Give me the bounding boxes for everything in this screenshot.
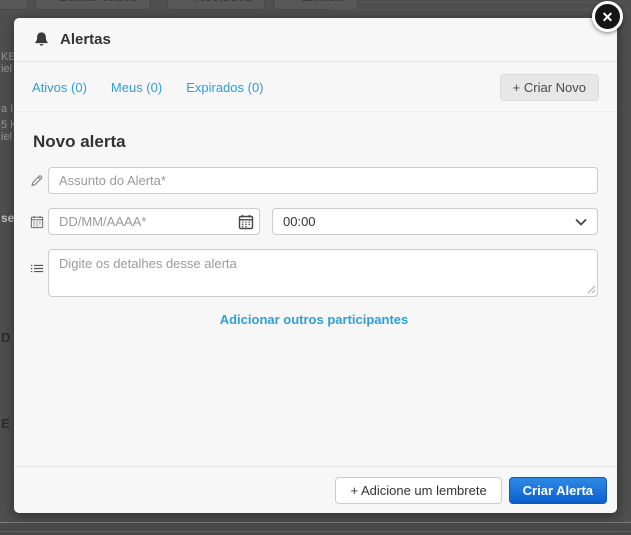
create-new-label: + Criar Novo [513, 80, 586, 95]
modal-footer: + Adicione um lembrete Criar Alerta [14, 466, 617, 513]
new-alert-form: Novo alerta [14, 112, 617, 466]
revisions-button: ≣ Revisões [167, 0, 265, 10]
text-fragment: 5 K [1, 119, 14, 131]
time-select[interactable]: 00:00 [272, 208, 598, 235]
alerts-modal: Alertas Ativos (0) Meus (0) Expirados (0… [14, 18, 617, 513]
page-divider-line [0, 531, 631, 532]
page-bottom-strip [0, 523, 631, 535]
modal-header: Alertas [14, 18, 617, 62]
revisions-label: Revisões [195, 0, 252, 4]
add-participants-row: Adicionar outros participantes [30, 311, 598, 329]
download-all-button: ↓ Baixar todos [35, 0, 151, 10]
chevron-down-icon [575, 218, 587, 226]
pencil-icon [30, 173, 44, 188]
close-button[interactable]: ✕ [592, 1, 623, 32]
revisions-icon: ≣ [180, 0, 189, 3]
dotted-divider [330, 2, 627, 3]
add-participants-link[interactable]: Adicionar outros participantes [220, 312, 409, 327]
subject-input[interactable] [48, 167, 598, 194]
create-alert-label: Criar Alerta [523, 483, 593, 498]
tab-meus[interactable]: Meus (0) [111, 80, 162, 95]
tab-ativos[interactable]: Ativos (0) [32, 80, 87, 95]
add-reminder-label: + Adicione um lembrete [350, 483, 486, 498]
subject-row [30, 167, 598, 194]
close-icon: ✕ [602, 10, 614, 24]
bell-icon [33, 31, 50, 48]
details-textarea[interactable] [48, 249, 598, 297]
download-all-label: Baixar todos [60, 0, 139, 4]
clipped-page-text: KE iel a Ij 5 K iel se D E [0, 0, 14, 535]
text-fragment: se [1, 211, 14, 225]
delete-icon: ✕ [286, 0, 295, 3]
details-field [48, 249, 598, 297]
text-fragment: iel [1, 131, 12, 143]
download-icon: ↓ [48, 0, 54, 2]
create-new-button[interactable]: + Criar Novo [500, 74, 599, 101]
text-fragment: iel [1, 63, 12, 75]
details-row [30, 249, 598, 297]
text-fragment: D [1, 330, 10, 345]
tab-expirados[interactable]: Expirados (0) [186, 80, 263, 95]
text-fragment: a Ij [1, 103, 14, 115]
modal-title: Alertas [60, 31, 111, 48]
dotted-divider [330, 9, 627, 10]
text-fragment: KE [1, 51, 14, 63]
list-icon [30, 261, 44, 276]
date-field [48, 208, 260, 235]
form-heading: Novo alerta [30, 132, 598, 152]
add-reminder-button[interactable]: + Adicione um lembrete [335, 477, 501, 504]
text-fragment: E [1, 416, 10, 431]
alerts-tab-bar: Ativos (0) Meus (0) Expirados (0) + Cria… [14, 63, 617, 112]
time-select-value: 00:00 [283, 214, 316, 229]
datepicker-calendar-icon[interactable] [237, 213, 254, 230]
calendar-icon [30, 215, 44, 229]
date-input[interactable] [48, 208, 260, 235]
date-time-row: 00:00 [30, 208, 598, 235]
create-alert-button[interactable]: Criar Alerta [509, 477, 607, 504]
